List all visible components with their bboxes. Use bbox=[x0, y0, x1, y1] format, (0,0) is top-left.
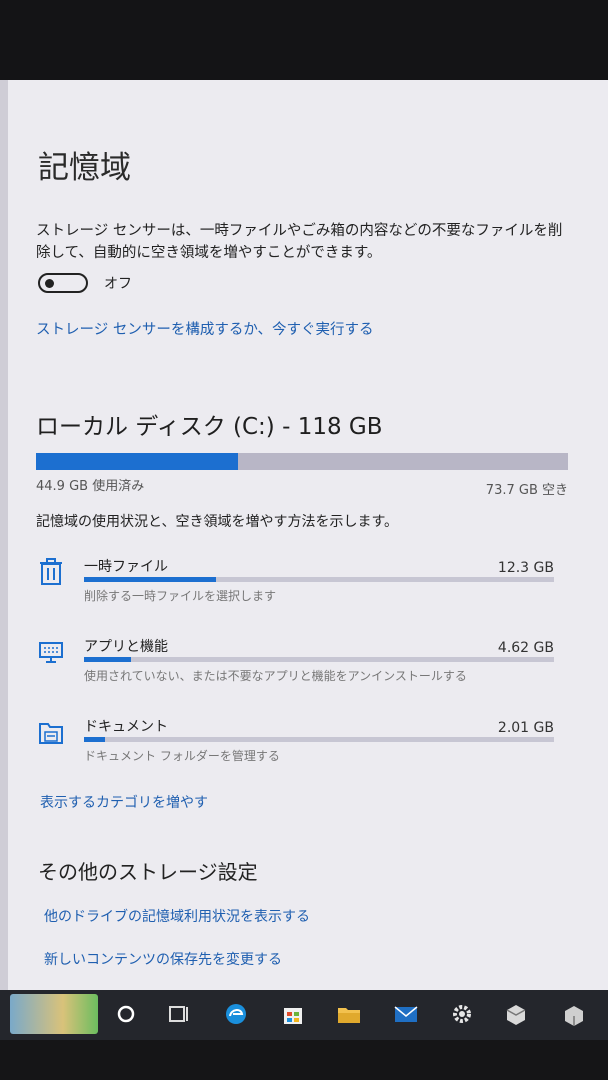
other-storage-settings-heading: その他のストレージ設定 bbox=[38, 860, 258, 884]
category-documents[interactable]: ドキュメント 2.01 GB ドキュメント フォルダーを管理する bbox=[8, 716, 608, 786]
category-bar bbox=[84, 737, 554, 742]
category-name: 一時ファイル bbox=[84, 559, 168, 575]
settings-window: 記憶域 ストレージ センサーは、一時ファイルやごみ箱の内容などの不要なファイルを… bbox=[8, 80, 608, 990]
disk-usage-bar bbox=[36, 453, 568, 470]
disk-free-label: 73.7 GB 空き bbox=[485, 483, 568, 498]
category-size: 12.3 GB bbox=[497, 560, 554, 576]
category-name: ドキュメント bbox=[84, 719, 168, 735]
category-bar-fill bbox=[84, 657, 131, 662]
usage-description: 記憶域の使用状況と、空き領域を増やす方法を示します。 bbox=[36, 514, 399, 530]
settings-gear-icon[interactable] bbox=[448, 1000, 476, 1028]
page-title: 記憶域 bbox=[38, 150, 131, 186]
category-temp-files[interactable]: 一時ファイル 12.3 GB 削除する一時ファイルを選択します bbox=[8, 556, 608, 626]
disk-usage-fill bbox=[36, 453, 239, 470]
cortana-icon[interactable] bbox=[112, 1000, 140, 1028]
category-description: ドキュメント フォルダーを管理する bbox=[84, 749, 280, 763]
toggle-knob bbox=[45, 279, 54, 288]
app-box-icon[interactable] bbox=[502, 1000, 530, 1028]
monitor-bezel-bottom bbox=[0, 1040, 608, 1080]
toggle-state-label: オフ bbox=[104, 276, 132, 292]
monitor-bezel-top bbox=[0, 0, 608, 82]
category-size: 4.62 GB bbox=[497, 640, 554, 656]
file-explorer-icon[interactable] bbox=[335, 1000, 363, 1028]
category-bar-fill bbox=[84, 737, 106, 742]
taskbar-thumbnail[interactable] bbox=[10, 994, 98, 1034]
category-bar bbox=[84, 657, 554, 662]
documents-icon bbox=[39, 723, 63, 744]
storage-sense-description: ストレージ センサーは、一時ファイルやごみ箱の内容などの不要なファイルを削除して… bbox=[36, 223, 563, 261]
store-icon[interactable] bbox=[279, 1000, 307, 1028]
monitor-apps-icon bbox=[39, 642, 63, 663]
edge-icon[interactable] bbox=[222, 1000, 250, 1028]
taskbar bbox=[0, 990, 608, 1040]
trash-icon bbox=[40, 558, 62, 585]
storage-sense-toggle[interactable] bbox=[38, 273, 88, 293]
category-bar-fill bbox=[84, 577, 216, 582]
task-view-icon[interactable] bbox=[165, 1000, 193, 1028]
category-description: 使用されていない、または不要なアプリと機能をアンインストールする bbox=[84, 669, 467, 683]
category-description: 削除する一時ファイルを選択します bbox=[84, 589, 277, 603]
change-save-location-link[interactable]: 新しいコンテンツの保存先を変更する bbox=[44, 949, 282, 969]
view-other-drives-link[interactable]: 他のドライブの記憶域利用状況を表示する bbox=[44, 906, 310, 926]
mail-icon[interactable] bbox=[392, 1000, 420, 1028]
category-size: 2.01 GB bbox=[497, 720, 554, 736]
category-apps-features[interactable]: アプリと機能 4.62 GB 使用されていない、または不要なアプリと機能をアンイ… bbox=[8, 636, 608, 706]
show-more-categories-link[interactable]: 表示するカテゴリを増やす bbox=[40, 792, 208, 812]
disk-used-label: 44.9 GB 使用済み bbox=[36, 479, 145, 494]
app-box-2-icon[interactable] bbox=[560, 1000, 588, 1028]
category-bar bbox=[84, 577, 554, 582]
disk-title: ローカル ディスク (C:) - 118 GB bbox=[36, 414, 383, 440]
configure-storage-sense-link[interactable]: ストレージ センサーを構成するか、今すぐ実行する bbox=[36, 318, 374, 339]
category-name: アプリと機能 bbox=[84, 639, 168, 655]
